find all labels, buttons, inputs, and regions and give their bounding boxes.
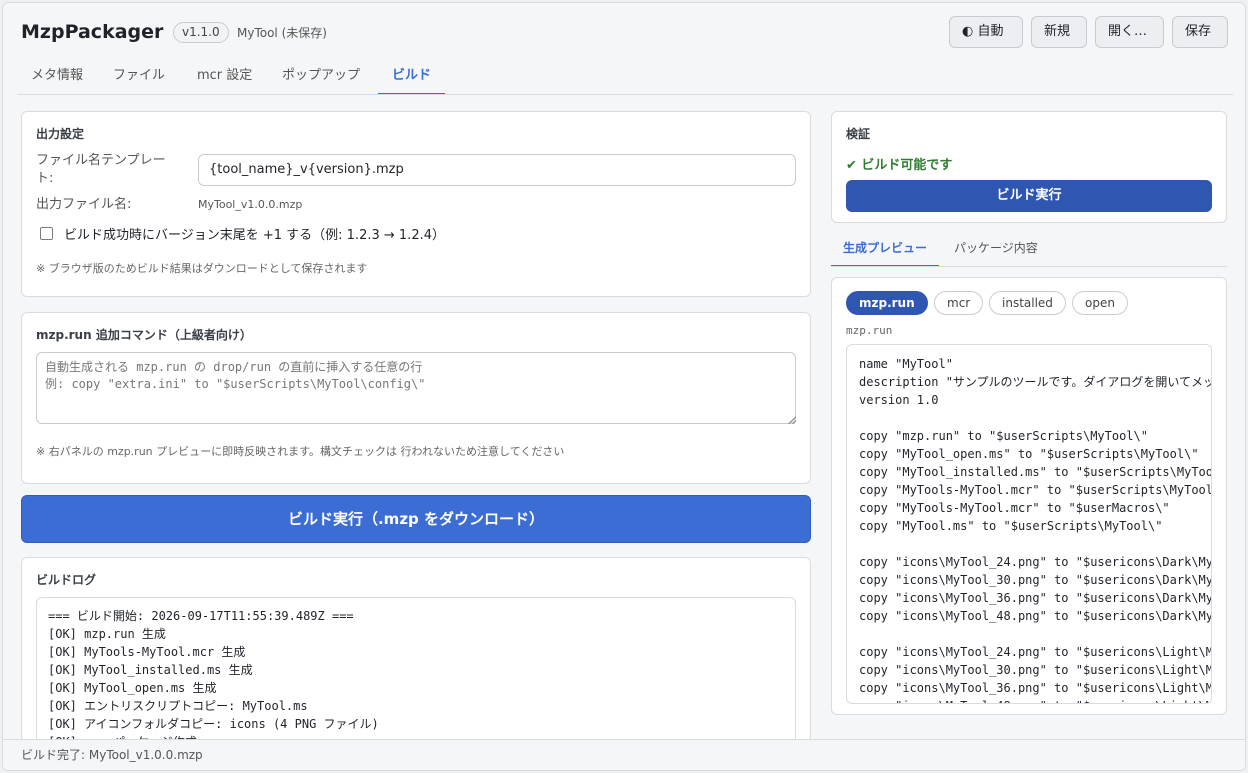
- code-line: copy "icons\MyTool_30.png" to "$usericon…: [859, 663, 1211, 677]
- tab-popup[interactable]: ポップアップ: [268, 63, 374, 95]
- pill-mzp-run[interactable]: mzp.run: [846, 291, 928, 315]
- extra-commands-textarea[interactable]: 自動生成される mzp.run の drop/run の直前に挿入する任意の行 …: [36, 352, 796, 424]
- preview-tabs-divider: [831, 266, 1227, 267]
- log-line: [OK] MyTool_open.ms 生成: [48, 681, 217, 695]
- build-download-button[interactable]: ビルド実行（.mzp をダウンロード）: [21, 495, 811, 543]
- code-line: version 1.0: [859, 393, 939, 407]
- code-line: copy "icons\MyTool_30.png" to "$usericon…: [859, 573, 1212, 587]
- code-line: copy "MyTool.ms" to "$userScripts\MyTool…: [859, 519, 1163, 533]
- code-line: description "サンプルのツールです。ダイアログを開いてメッセージを表…: [859, 375, 1211, 389]
- preview-code: name "MyTool" description "サンプルのツールです。ダイア…: [846, 344, 1212, 704]
- code-line: copy "icons\MyTool_24.png" to "$usericon…: [859, 645, 1211, 659]
- extra-commands-card: mzp.run 追加コマンド（上級者向け） 自動生成される mzp.run の …: [21, 312, 811, 484]
- resize-grip-icon[interactable]: [788, 416, 796, 424]
- log-line: [OK] アイコンフォルダコピー: icons (4 PNG ファイル): [48, 717, 379, 731]
- template-label: ファイル名テンプレー ト:: [36, 153, 166, 186]
- new-button[interactable]: 新規: [1031, 16, 1087, 48]
- preview-filename: mzp.run: [846, 324, 893, 337]
- theme-auto-button[interactable]: ◐ 自動: [949, 16, 1023, 48]
- version-badge: v1.1.0: [173, 22, 229, 43]
- verify-title: 検証: [846, 127, 871, 141]
- log-line: === ビルド開始: 2026-09-17T11:55:39.489Z ===: [48, 609, 354, 623]
- pill-installed[interactable]: installed: [989, 291, 1066, 315]
- app-title: MzpPackager: [21, 21, 164, 43]
- code-line: name "MyTool": [859, 357, 953, 371]
- code-line: copy "mzp.run" to "$userScripts\MyTool\": [859, 429, 1148, 443]
- code-line: copy "icons\MyTool_48.png" to "$usericon…: [859, 697, 1211, 703]
- open-button[interactable]: 開く…: [1095, 16, 1164, 48]
- code-line: copy "MyTool_open.ms" to "$userScripts\M…: [859, 447, 1199, 461]
- build-log-output: === ビルド開始: 2026-09-17T11:55:39.489Z === […: [36, 597, 796, 756]
- code-line: copy "icons\MyTool_24.png" to "$usericon…: [859, 555, 1212, 569]
- preview-card: mzp.run mcr installed open mzp.run name …: [831, 277, 1227, 715]
- filename-template-input[interactable]: {tool_name}_v{version}.mzp: [198, 154, 796, 186]
- verify-card: 検証 ✔ ビルド可能です ビルド実行: [831, 111, 1227, 223]
- code-line: copy "MyTools-MyTool.mcr" to "$userMacro…: [859, 501, 1170, 515]
- output-settings-title: 出力設定: [36, 127, 85, 141]
- log-line: [OK] エントリスクリプトコピー: MyTool.ms: [48, 699, 308, 713]
- verify-status: ✔ ビルド可能です: [846, 158, 953, 173]
- log-line: [OK] mzp.run 生成: [48, 627, 166, 641]
- output-filename-label: 出力ファイル名:: [36, 197, 132, 212]
- bump-version-checkbox[interactable]: [40, 227, 53, 240]
- bump-version-label[interactable]: ビルド成功時にバージョン末尾を +1 する（例: 1.2.3 → 1.2.4）: [64, 224, 445, 243]
- status-bar: ビルド完了: MyTool_v1.0.0.mzp: [3, 739, 1245, 770]
- project-name: MyTool (未保存): [237, 26, 327, 40]
- pill-open[interactable]: open: [1072, 291, 1128, 315]
- code-line: copy "icons\MyTool_36.png" to "$usericon…: [859, 591, 1212, 605]
- app-window: MzpPackager v1.1.0 MyTool (未保存) ◐ 自動 新規 …: [2, 2, 1246, 771]
- output-settings-card: 出力設定 ファイル名テンプレー ト: {tool_name}_v{version…: [21, 111, 811, 297]
- tab-package-contents[interactable]: パッケージ内容: [942, 235, 1050, 267]
- pill-mcr[interactable]: mcr: [934, 291, 984, 315]
- log-line: [OK] MyTools-MyTool.mcr 生成: [48, 645, 246, 659]
- tab-meta[interactable]: メタ情報: [17, 63, 97, 95]
- tab-files[interactable]: ファイル: [99, 63, 179, 95]
- tab-preview[interactable]: 生成プレビュー: [831, 235, 940, 267]
- build-log-card: ビルドログ === ビルド開始: 2026-09-17T11:55:39.489…: [21, 557, 811, 757]
- verify-build-button[interactable]: ビルド実行: [846, 180, 1212, 212]
- extra-commands-note: ※ 右パネルの mzp.run プレビューに即時反映されます。構文チェックは 行…: [36, 445, 565, 458]
- build-log-title: ビルドログ: [36, 573, 97, 587]
- tab-mcr[interactable]: mcr 設定: [183, 63, 266, 95]
- tabs-divider: [17, 94, 1233, 95]
- code-line: copy "MyTool_installed.ms" to "$userScri…: [859, 465, 1212, 479]
- header: MzpPackager v1.1.0 MyTool (未保存) ◐ 自動 新規 …: [3, 3, 1245, 63]
- output-filename-value: MyTool_v1.0.0.mzp: [198, 198, 303, 211]
- code-line: copy "icons\MyTool_48.png" to "$usericon…: [859, 609, 1212, 623]
- log-line: [OK] MyTool_installed.ms 生成: [48, 663, 253, 677]
- code-line: copy "MyTools-MyTool.mcr" to "$userScrip…: [859, 483, 1212, 497]
- download-note: ※ ブラウザ版のためビルド結果はダウンロードとして保存されます: [36, 262, 368, 275]
- code-line: copy "icons\MyTool_36.png" to "$usericon…: [859, 681, 1211, 695]
- save-button[interactable]: 保存: [1172, 16, 1228, 48]
- extra-commands-title: mzp.run 追加コマンド（上級者向け）: [36, 328, 252, 342]
- tab-build[interactable]: ビルド: [378, 63, 446, 95]
